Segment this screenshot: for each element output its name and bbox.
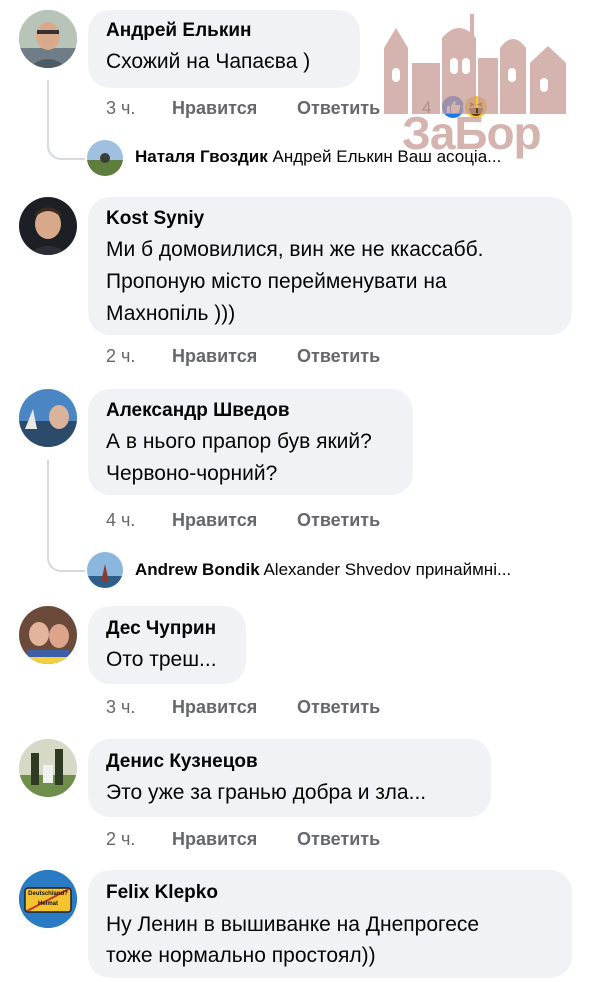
- comment-text-line: Пропоную місто перейменувати на: [106, 270, 447, 293]
- comment-actions: 4 ч. Нравится Ответить: [106, 510, 406, 532]
- comment-text-line: Ми б домовилися, вин же не ккассабб.: [106, 238, 484, 261]
- reply-author[interactable]: Наталя Гвоздик: [135, 147, 268, 166]
- reply-button[interactable]: Ответить: [297, 510, 380, 531]
- watermark-text: ЗаБор: [402, 107, 542, 159]
- reply-thread-line: [47, 80, 85, 160]
- comment-text: Схожий на Чапаєва ): [106, 50, 311, 73]
- like-button[interactable]: Нравится: [172, 510, 257, 531]
- avatar-photo-icon: [19, 739, 77, 797]
- reply-author[interactable]: Andrew Bondik: [135, 560, 260, 579]
- like-button[interactable]: Нравится: [172, 697, 257, 718]
- like-button[interactable]: Нравится: [172, 346, 257, 367]
- reply-thread-line: [47, 460, 85, 572]
- comment-text-line: тоже нормально простоял)): [106, 944, 376, 967]
- avatar-photo-icon: [19, 10, 77, 68]
- like-button[interactable]: Нравится: [172, 98, 257, 119]
- reply-preview[interactable]: Andrew Bondik Alexander Shvedov принаймн…: [135, 560, 511, 580]
- comment-time[interactable]: 2 ч.: [106, 346, 135, 367]
- comment-actions: 2 ч. Нравится Ответить: [106, 829, 406, 851]
- comment-text-line: Ну Ленин в вышиванке на Днепрогесе: [106, 913, 480, 936]
- comment-author[interactable]: Felix Klepko: [106, 882, 218, 904]
- comment-author[interactable]: Александр Шведов: [106, 400, 290, 422]
- avatar[interactable]: [19, 606, 77, 664]
- comment-time[interactable]: 3 ч.: [106, 697, 135, 718]
- comment-actions: 3 ч. Нравится Ответить: [106, 697, 406, 719]
- comment-author[interactable]: Kost Syniy: [106, 208, 204, 230]
- avatar-sign-text: Deutschland?: [28, 891, 68, 897]
- avatar[interactable]: [19, 739, 77, 797]
- avatar-photo-icon: [19, 389, 77, 447]
- comment-time[interactable]: 2 ч.: [106, 829, 135, 850]
- avatar-sign-text: Heimat: [37, 901, 58, 907]
- reply-snippet: Alexander Shvedov принаймні...: [263, 560, 512, 579]
- comment-text-line: А в нього прапор був який?: [106, 430, 372, 453]
- avatar-photo-icon: [87, 552, 123, 588]
- comment-text: Ото треш...: [106, 648, 217, 671]
- reply-button[interactable]: Ответить: [297, 697, 380, 718]
- avatar[interactable]: [19, 389, 77, 447]
- like-button[interactable]: Нравится: [172, 829, 257, 850]
- reply-button[interactable]: Ответить: [297, 829, 380, 850]
- avatar-photo-icon: [87, 140, 123, 176]
- comment-author[interactable]: Андрей Елькин: [106, 20, 251, 42]
- watermark-logo: ЗаБор: [380, 8, 570, 159]
- avatar[interactable]: [19, 10, 77, 68]
- avatar[interactable]: Deutschland? Heimat: [19, 870, 77, 928]
- comment-actions: 3 ч. Нравится Ответить: [106, 98, 406, 120]
- avatar[interactable]: [87, 140, 123, 176]
- comment-time[interactable]: 4 ч.: [106, 510, 135, 531]
- city-skyline-icon: [384, 14, 566, 114]
- reply-button[interactable]: Ответить: [297, 98, 380, 119]
- comment-author[interactable]: Денис Кузнецов: [106, 751, 258, 773]
- comment-text-line: Червоно-чорний?: [106, 462, 278, 485]
- comment-time[interactable]: 3 ч.: [106, 98, 135, 119]
- comment-text-line: Махнопіль ))): [106, 302, 236, 325]
- avatar[interactable]: [87, 552, 123, 588]
- road-sign-avatar-icon: [19, 870, 77, 928]
- avatar[interactable]: [19, 197, 77, 255]
- avatar-photo-icon: [19, 606, 77, 664]
- comment-text: Это уже за гранью добра и зла...: [106, 781, 427, 804]
- comment-actions: 2 ч. Нравится Ответить: [106, 346, 406, 368]
- avatar-photo-icon: [19, 197, 77, 255]
- reply-button[interactable]: Ответить: [297, 346, 380, 367]
- comment-author[interactable]: Дес Чуприн: [106, 618, 216, 640]
